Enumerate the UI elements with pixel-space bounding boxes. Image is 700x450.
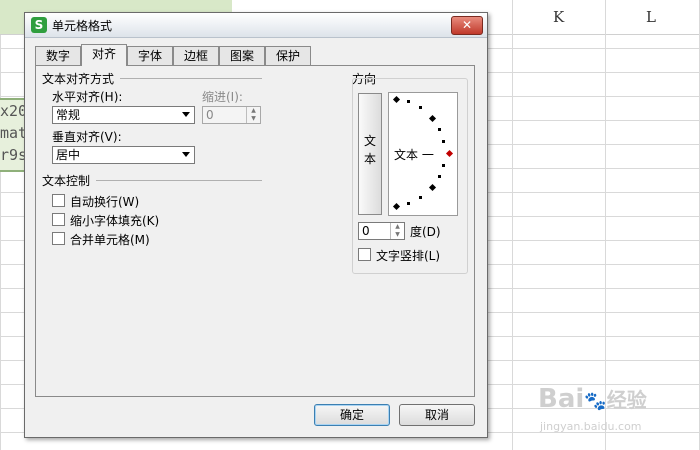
dial-pointer xyxy=(445,149,454,158)
tab-border[interactable]: 边框 xyxy=(173,46,219,65)
shrink-to-fit-checkbox[interactable] xyxy=(52,213,65,226)
merge-cells-checkbox[interactable] xyxy=(52,232,65,245)
orientation-dial[interactable]: 文本 一 xyxy=(388,92,458,216)
column-header-k[interactable]: K xyxy=(553,8,564,26)
dial-marker xyxy=(428,114,437,123)
format-cells-dialog: S 单元格格式 ✕ 数字 对齐 字体 边框 图案 保护 文本对齐方式 水平对齐(… xyxy=(24,12,488,438)
dial-tick xyxy=(442,140,445,143)
horizontal-align-value: 常规 xyxy=(56,108,81,122)
section-divider xyxy=(120,78,262,79)
dial-tick xyxy=(419,106,422,109)
watermark-url: jingyan.baidu.com xyxy=(540,420,642,433)
indent-spinner: 0 ▲ ▼ xyxy=(202,106,261,124)
dial-tick xyxy=(407,100,410,103)
indent-label: 缩进(I): xyxy=(202,90,243,104)
section-divider xyxy=(96,180,262,181)
dial-marker xyxy=(428,183,437,192)
dial-marker xyxy=(392,95,401,104)
vertical-text-char: 文 xyxy=(363,134,376,148)
dialog-title: 单元格格式 xyxy=(52,19,113,33)
close-button[interactable]: ✕ xyxy=(451,16,483,35)
degrees-spin-buttons[interactable]: ▲ ▼ xyxy=(390,223,404,239)
vertical-text-checkbox-label[interactable]: 文字竖排(L) xyxy=(376,247,440,264)
dialog-titlebar[interactable]: S 单元格格式 ✕ xyxy=(25,13,487,38)
column-divider xyxy=(605,0,606,450)
vertical-text-checkbox[interactable] xyxy=(358,248,371,261)
vertical-align-label: 垂直对齐(V): xyxy=(52,130,122,144)
indent-value: 0 xyxy=(206,108,214,122)
horizontal-align-label: 水平对齐(H): xyxy=(52,90,123,104)
wrap-text-label[interactable]: 自动换行(W) xyxy=(70,193,139,210)
dial-tick xyxy=(438,128,441,131)
tab-protection[interactable]: 保护 xyxy=(265,46,311,65)
wps-app-icon: S xyxy=(31,17,47,33)
wrap-text-checkbox[interactable] xyxy=(52,194,65,207)
dial-tick xyxy=(419,196,422,199)
dial-marker xyxy=(392,202,401,211)
chevron-down-icon xyxy=(182,112,190,117)
cancel-button[interactable]: 取消 xyxy=(399,404,475,426)
horizontal-align-select[interactable]: 常规 xyxy=(52,106,195,124)
chevron-down-icon xyxy=(182,152,190,157)
vertical-text-char: 本 xyxy=(363,152,376,166)
baidu-watermark: Bai🐾经验 xyxy=(538,384,647,414)
dial-tick xyxy=(407,202,410,205)
text-alignment-header: 文本对齐方式 xyxy=(42,72,115,86)
dial-tick xyxy=(442,164,445,167)
alignment-panel: 文本对齐方式 水平对齐(H): 常规 缩进(I): 0 ▲ ▼ 垂直对齐(V): … xyxy=(35,65,475,397)
tab-alignment[interactable]: 对齐 xyxy=(81,44,127,66)
dial-tick xyxy=(438,175,441,178)
tab-number[interactable]: 数字 xyxy=(35,46,81,65)
indent-spin-buttons: ▲ ▼ xyxy=(246,107,260,123)
text-control-header: 文本控制 xyxy=(42,174,91,188)
merge-cells-label[interactable]: 合并单元格(M) xyxy=(70,231,150,248)
tab-patterns[interactable]: 图案 xyxy=(219,46,265,65)
column-header-l[interactable]: L xyxy=(646,8,656,26)
degrees-spinner[interactable]: 0 ▲ ▼ xyxy=(358,222,405,240)
degrees-value: 0 xyxy=(362,224,370,238)
dial-text: 文本 一 xyxy=(394,148,434,162)
degrees-label: 度(D) xyxy=(410,225,441,239)
vertical-align-value: 居中 xyxy=(56,148,81,162)
shrink-to-fit-label[interactable]: 缩小字体填充(K) xyxy=(70,212,159,229)
ok-button[interactable]: 确定 xyxy=(314,404,390,426)
tab-font[interactable]: 字体 xyxy=(127,46,173,65)
vertical-align-select[interactable]: 居中 xyxy=(52,146,195,164)
column-divider xyxy=(512,0,513,450)
vertical-text-button[interactable]: 文 本 xyxy=(358,93,382,215)
